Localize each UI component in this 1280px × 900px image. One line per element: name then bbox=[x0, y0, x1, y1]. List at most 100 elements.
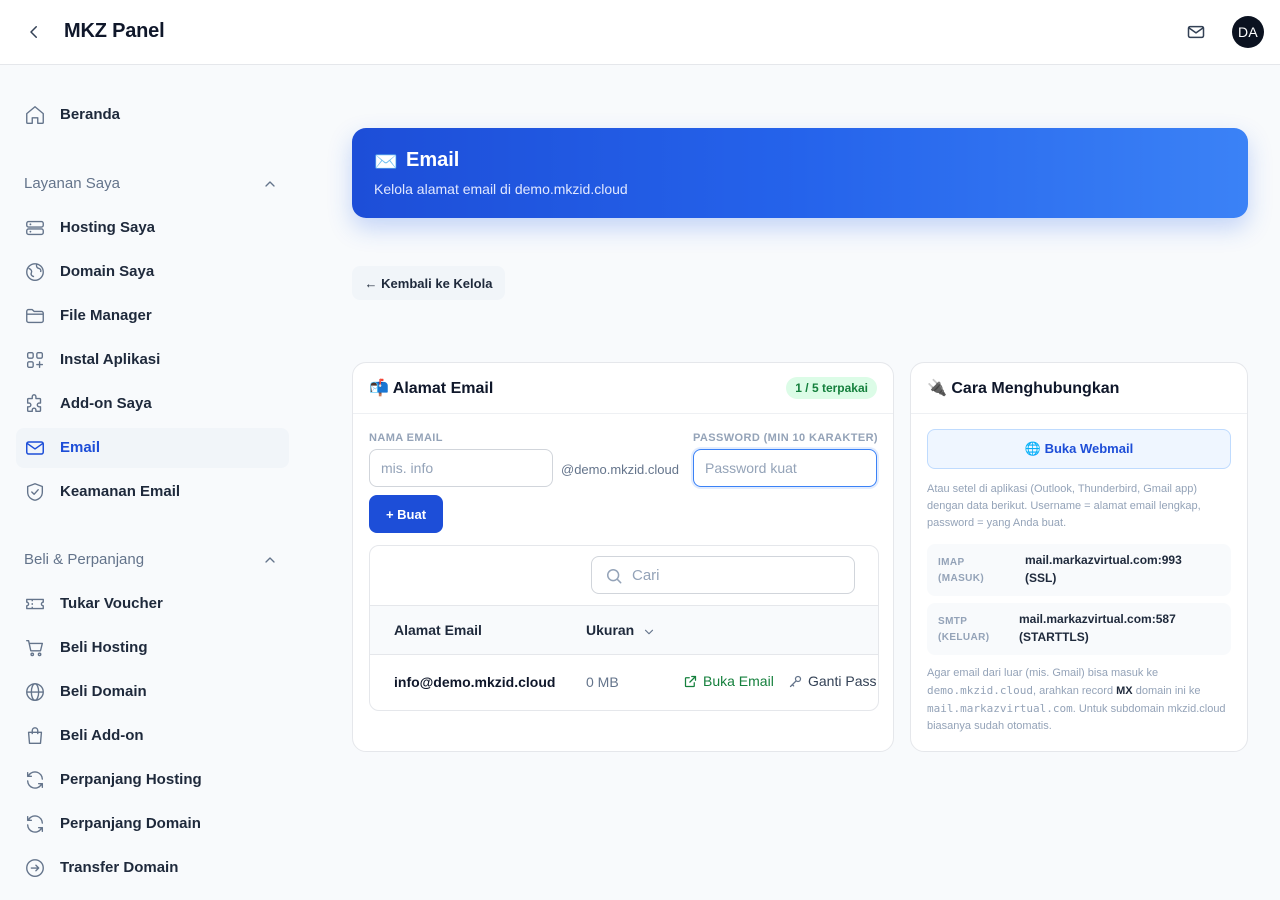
card-title: 📬 Alamat Email bbox=[369, 378, 493, 398]
imap-label: IMAP (MASUK) bbox=[938, 557, 985, 584]
sidebar-item-tukar-voucher[interactable]: Tukar Voucher bbox=[16, 584, 289, 624]
quota-badge: 1 / 5 terpakai bbox=[786, 377, 877, 399]
email-table: Alamat Email Ukuran info@demo.mkzid.clou… bbox=[369, 545, 879, 711]
table-header: Alamat Email Ukuran bbox=[370, 605, 878, 655]
sidebar-item-label: Domain Saya bbox=[60, 263, 155, 280]
back-button[interactable] bbox=[22, 20, 46, 44]
email-accounts-card: 📬 Alamat Email 1 / 5 terpakai NAMA EMAIL… bbox=[352, 362, 894, 752]
back-to-manage-button[interactable]: ← Kembali ke Kelola bbox=[352, 266, 505, 300]
home-icon bbox=[26, 106, 44, 124]
shopping-bag-icon bbox=[27, 727, 43, 745]
external-link-icon bbox=[684, 675, 697, 687]
cart-icon bbox=[26, 639, 44, 657]
sidebar-item-email[interactable]: Email bbox=[16, 428, 289, 468]
sidebar-item-label: Perpanjang Domain bbox=[60, 815, 201, 832]
ticket-icon bbox=[26, 598, 44, 610]
chevron-up-icon bbox=[265, 181, 275, 187]
page-hero: ✉️ Email Kelola alamat email di demo.mkz… bbox=[352, 128, 1248, 218]
password-label: PASSWORD (MIN 10 KARAKTER) bbox=[693, 432, 878, 444]
sidebar-item-transfer-domain[interactable]: Transfer Domain bbox=[16, 848, 289, 888]
mx-record-note: Agar email dari luar (mis. Gmail) bisa m… bbox=[927, 667, 1226, 732]
card-title-text: Cara Menghubungkan bbox=[951, 380, 1120, 397]
page-title: Email bbox=[406, 149, 460, 171]
search-icon bbox=[607, 569, 622, 584]
server-icon bbox=[26, 220, 44, 236]
avatar[interactable]: DA bbox=[1232, 16, 1264, 48]
page-subtitle: Kelola alamat email di demo.mkzid.cloud bbox=[374, 181, 628, 197]
sidebar-item-beranda[interactable]: Beranda bbox=[16, 95, 289, 135]
sidebar-item-keamanan-email[interactable]: Keamanan Email bbox=[16, 472, 289, 512]
key-icon bbox=[789, 675, 802, 687]
section-toggle-layanan-saya[interactable]: Layanan Saya bbox=[24, 172, 280, 196]
globe-icon bbox=[26, 683, 44, 701]
email-size-cell: 0 MB bbox=[586, 674, 619, 690]
smtp-server-value: mail.markazvirtual.com:587 (STARTTLS) bbox=[1019, 612, 1176, 644]
sidebar-item-label: Hosting Saya bbox=[60, 219, 156, 236]
smtp-label: SMTP (KELUAR) bbox=[938, 616, 990, 643]
email-name-label: NAMA EMAIL bbox=[369, 432, 443, 444]
sidebar-item-beli-hosting[interactable]: Beli Hosting bbox=[16, 628, 289, 668]
table-row: info@demo.mkzid.cloud 0 MB Buka Email Ga… bbox=[370, 655, 878, 710]
create-email-button[interactable]: + Buat bbox=[369, 495, 443, 533]
sidebar-item-hosting-saya[interactable]: Hosting Saya bbox=[16, 208, 289, 248]
email-name-input[interactable] bbox=[369, 449, 553, 487]
sidebar-item-label: Tukar Voucher bbox=[60, 595, 163, 612]
card-header: 🔌 Cara Menghubungkan bbox=[911, 363, 1247, 414]
puzzle-icon bbox=[26, 394, 42, 413]
sidebar-item-perpanjang-domain[interactable]: Perpanjang Domain bbox=[16, 804, 289, 844]
mail-icon bbox=[1187, 25, 1205, 39]
email-address-cell: info@demo.mkzid.cloud bbox=[394, 674, 556, 690]
top-bar: MKZ Panel DA bbox=[0, 0, 1280, 65]
sidebar-item-label: Beli Domain bbox=[60, 683, 147, 700]
open-email-label: Buka Email bbox=[703, 673, 774, 689]
open-webmail-button[interactable]: 🌐 Buka Webmail bbox=[927, 429, 1231, 469]
folder-icon bbox=[26, 308, 44, 324]
column-header-size[interactable]: Ukuran bbox=[586, 622, 634, 638]
sidebar-item-label: Transfer Domain bbox=[60, 859, 179, 876]
refresh-icon bbox=[26, 771, 44, 789]
imap-server-value: mail.markazvirtual.com:993 (SSL) bbox=[1025, 553, 1182, 585]
refresh-icon bbox=[26, 815, 44, 833]
sidebar-item-label: Keamanan Email bbox=[60, 483, 181, 500]
sidebar-item-beli-add-on[interactable]: Beli Add-on bbox=[16, 716, 289, 756]
globe-icon bbox=[26, 263, 44, 281]
sidebar-item-label: Perpanjang Hosting bbox=[60, 771, 202, 788]
sidebar-item-add-on-saya[interactable]: Add-on Saya bbox=[16, 384, 289, 424]
card-title: 🔌 Cara Menghubungkan bbox=[927, 378, 1119, 398]
section-label: Beli & Perpanjang bbox=[24, 551, 145, 568]
envelope-icon: ✉️ bbox=[374, 152, 398, 173]
sidebar-item-beli-domain[interactable]: Beli Domain bbox=[16, 672, 289, 712]
sidebar-item-label: Add-on Saya bbox=[60, 395, 152, 412]
card-header: 📬 Alamat Email 1 / 5 terpakai bbox=[353, 363, 893, 414]
apps-icon bbox=[26, 351, 44, 369]
sidebar-item-instal-aplikasi[interactable]: Instal Aplikasi bbox=[16, 340, 289, 380]
sidebar-item-label: Email bbox=[60, 439, 101, 456]
imap-settings: IMAP (MASUK) mail.markazvirtual.com:993 … bbox=[927, 544, 1231, 596]
change-password-link[interactable]: Ganti Pass bbox=[788, 673, 876, 689]
sidebar: Beranda Layanan Saya Hosting Saya Domain… bbox=[0, 65, 305, 900]
sidebar-item-label: Beranda bbox=[60, 106, 121, 123]
column-header-email[interactable]: Alamat Email bbox=[394, 622, 482, 638]
sidebar-item-label: Instal Aplikasi bbox=[60, 351, 161, 368]
sidebar-item-perpanjang-hosting[interactable]: Perpanjang Hosting bbox=[16, 760, 289, 800]
search-input[interactable] bbox=[632, 557, 847, 593]
open-email-link[interactable]: Buka Email bbox=[683, 673, 774, 689]
messages-button[interactable] bbox=[1184, 20, 1208, 44]
sidebar-item-label: File Manager bbox=[60, 307, 152, 324]
table-search[interactable] bbox=[591, 556, 855, 594]
mail-icon bbox=[26, 441, 44, 455]
smtp-settings: SMTP (KELUAR) mail.markazvirtual.com:587… bbox=[927, 603, 1231, 655]
sidebar-item-domain-saya[interactable]: Domain Saya bbox=[16, 252, 289, 292]
shield-check-icon bbox=[26, 483, 44, 501]
password-input[interactable] bbox=[693, 449, 877, 487]
chevron-up-icon bbox=[265, 557, 275, 563]
setup-instructions: Atau setel di aplikasi (Outlook, Thunder… bbox=[927, 483, 1201, 529]
domain-suffix: @demo.mkzid.cloud bbox=[561, 462, 679, 477]
connect-guide-card: 🔌 Cara Menghubungkan 🌐 Buka Webmail Atau… bbox=[910, 362, 1248, 752]
app-title: MKZ Panel bbox=[64, 20, 165, 42]
sidebar-item-label: Beli Hosting bbox=[60, 639, 148, 656]
section-toggle-beli-perpanjang[interactable]: Beli & Perpanjang bbox=[24, 548, 280, 572]
chevron-down-icon[interactable] bbox=[642, 625, 656, 639]
sidebar-item-file-manager[interactable]: File Manager bbox=[16, 296, 289, 336]
card-title-text: Alamat Email bbox=[392, 380, 494, 397]
